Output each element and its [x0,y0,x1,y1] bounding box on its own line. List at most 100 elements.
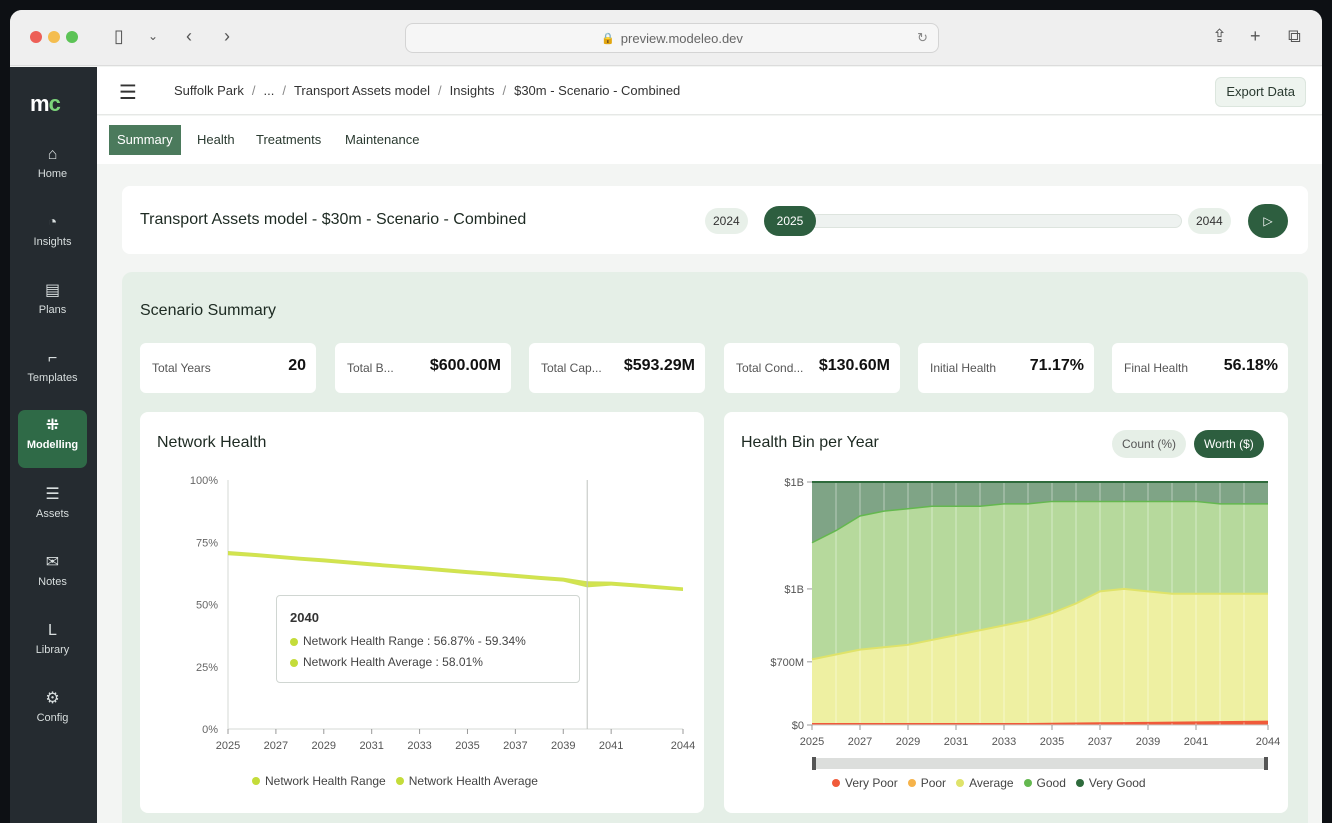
tab-maintenance[interactable]: Maintenance [337,125,427,155]
tooltip-range-row: Network Health Range : 56.87% - 59.34% [290,634,526,648]
insights-icon: ◔ [47,214,58,231]
zoom-window-button[interactable] [66,31,78,43]
stat-initial-health: Initial Health 71.17% [918,343,1094,393]
legend-label: Poor [920,776,947,790]
breadcrumb-separator: / [502,83,507,98]
x-tick-label: 2041 [599,740,623,752]
stat-value: $130.60M [818,357,890,374]
browser-window: ▯ ⌄ ‹ › 🔒 preview.modeleo.dev ↻ ⇪ + ⧉ mc… [10,10,1322,823]
new-tab-icon[interactable]: + [1250,24,1261,48]
sidebar-item-home[interactable]: ⌂ Home [18,139,87,197]
x-tick-label: 2029 [896,736,920,748]
stat-total-budget: Total B... $600.00M [335,343,511,393]
legend-item[interactable]: Network Health Range [252,774,386,788]
url-text: preview.modeleo.dev [620,30,743,46]
sidebar-item-library[interactable]: L Library [18,615,87,673]
sidebar-item-label: Config [36,712,69,724]
sidebar-item-plans[interactable]: ▤ Plans [18,275,87,333]
health-bin-legend: Very Poor Poor Average Good Very Good [832,776,1146,790]
sidebar-item-templates[interactable]: ⌐ Templates [18,343,87,401]
breadcrumb-item[interactable]: Suffolk Park [174,83,244,98]
sidebar-item-assets[interactable]: ☰ Assets [18,479,87,537]
lock-icon: 🔒 [601,32,615,45]
menu-icon[interactable]: ☰ [119,80,137,105]
chart-tooltip: 2040 Network Health Range : 56.87% - 59.… [276,595,580,683]
stat-total-condition: Total Cond... $130.60M [724,343,900,393]
sidebar-item-label: Library [35,644,70,656]
legend-item[interactable]: Average [956,776,1014,790]
breadcrumb-item[interactable]: ... [263,83,274,98]
network-health-legend: Network Health Range Network Health Aver… [252,774,538,788]
x-tick-label: 2027 [264,740,288,752]
legend-item[interactable]: Good [1023,776,1066,790]
play-button[interactable]: ▷ [1248,204,1288,238]
tab-summary[interactable]: Summary [109,125,181,155]
sidebar: mc ⌂ Home ◔ Insights ▤ Plans ⌐ Templates ⁜ Modell… [10,67,97,823]
tab-treatments[interactable]: Treatments [248,125,329,155]
legend-item[interactable]: Very Good [1075,776,1146,790]
stat-label: Total Years [152,361,211,375]
sidebar-item-label: Insights [33,236,72,248]
range-dot-icon [290,637,298,646]
templates-icon: ⌐ [47,350,58,367]
y-tick-label: 100% [190,475,218,487]
sidebar-item-modelling[interactable]: ⁜ Modelling [18,410,87,468]
minimize-window-button[interactable] [48,31,60,43]
x-tick-label: 2031 [359,740,383,752]
close-window-button[interactable] [30,31,42,43]
address-bar[interactable]: 🔒 preview.modeleo.dev ↻ [405,23,939,53]
back-icon[interactable]: ‹ [186,24,192,48]
year-slider-thumb[interactable]: 2025 [764,206,816,236]
scenario-header: Transport Assets model - $30m - Scenario… [122,186,1308,254]
x-tick-label: 2039 [551,740,575,752]
legend-label: Network Health Average [408,774,538,788]
breadcrumb-item[interactable]: Transport Assets model [294,83,430,98]
assets-icon: ☰ [45,486,60,503]
legend-dot-icon [252,777,260,785]
sidebar-item-insights[interactable]: ◔ Insights [18,207,87,265]
breadcrumb-separator: / [251,83,256,98]
stat-value: $593.29M [623,357,695,374]
legend-dot-icon [395,777,404,785]
zoom-slider-left-handle [812,757,816,770]
legend-item[interactable]: Network Health Average [395,774,538,788]
legend-item[interactable]: Poor [907,776,947,790]
summary-title: Scenario Summary [140,302,277,319]
stat-value: 71.17% [1029,357,1084,374]
share-icon[interactable]: ⇪ [1212,24,1227,48]
sidebar-item-label: Plans [38,304,67,316]
sidebar-item-label: Modelling [26,439,79,451]
stat-value: 20 [288,357,306,374]
tooltip-average-row: Network Health Average : 58.01% [290,655,483,669]
legend-dot-icon [1023,779,1032,787]
export-data-button[interactable]: Export Data [1215,77,1306,107]
sidebar-toggle-icon[interactable]: ▯ [114,24,124,48]
tooltip-year: 2040 [290,610,319,625]
breadcrumb-current: $30m - Scenario - Combined [514,83,681,98]
top-bar: ☰ Suffolk Park / ... / Transport Assets … [97,67,1322,115]
sidebar-item-config[interactable]: ⚙ Config [18,683,87,741]
breadcrumb-item[interactable]: Insights [450,83,495,98]
legend-label: Average [969,776,1014,790]
notes-icon: ✉ [45,554,60,571]
forward-icon[interactable]: › [224,24,230,48]
tabs-overview-icon[interactable]: ⧉ [1288,24,1301,48]
x-tick-label: 2033 [992,736,1016,748]
stat-final-health: Final Health 56.18% [1112,343,1288,393]
tooltip-range-text: Network Health Range : 56.87% - 59.34% [303,634,526,648]
x-tick-label: 2039 [1136,736,1160,748]
chevron-down-icon[interactable]: ⌄ [148,24,158,48]
x-tick-label: 2031 [944,736,968,748]
x-tick-label: 2029 [312,740,336,752]
legend-item[interactable]: Very Poor [832,776,898,790]
health-bin-chart[interactable]: $0 $700M $1B $1B 2025 2027 2029 2031 2033 2035 203… [724,412,1288,813]
legend-label: Network Health Range [265,774,386,788]
tab-health[interactable]: Health [189,125,243,155]
app-logo[interactable]: mc [30,91,61,117]
year-slider-track[interactable] [767,214,1182,228]
reload-icon[interactable]: ↻ [917,30,928,46]
sidebar-item-notes[interactable]: ✉ Notes [18,547,87,605]
stat-total-capital: Total Cap... $593.29M [529,343,705,393]
library-icon: L [48,622,57,639]
breadcrumb-separator: / [282,83,286,98]
